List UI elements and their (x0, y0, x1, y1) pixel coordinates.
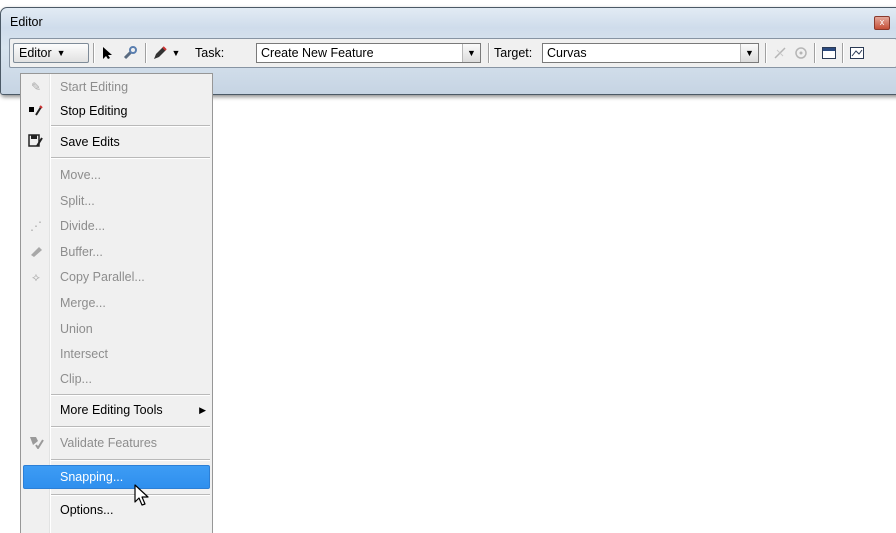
menu-item-label: Options... (60, 503, 114, 517)
menu-item-label: Clip... (60, 372, 92, 386)
sketch-tool-dropdown-icon[interactable]: ▼ (169, 43, 183, 63)
dropdown-arrow-icon[interactable]: ▼ (740, 44, 758, 62)
menu-item-label: Save Edits (60, 135, 120, 149)
menu-separator (51, 157, 210, 159)
menu-item-union[interactable]: Union (23, 318, 210, 340)
task-label: Task: (195, 46, 225, 60)
attributes-icon[interactable] (819, 43, 839, 63)
submenu-arrow-icon: ▶ (199, 404, 206, 415)
menu-separator (51, 459, 210, 461)
menu-item-intersect[interactable]: Intersect (23, 343, 210, 365)
menu-item-label: Move... (60, 168, 101, 182)
menu-item-label: Merge... (60, 296, 106, 310)
mouse-pointer-icon (134, 484, 149, 506)
validate-features-icon (27, 435, 45, 452)
wrench-icon[interactable] (120, 43, 140, 63)
toolbar-separator (765, 43, 767, 63)
toolbar-separator (814, 43, 816, 63)
menu-item-clip[interactable]: Clip... (23, 368, 210, 390)
window-title: Editor (10, 15, 43, 29)
editor-dropdown-menu: ✎ Start Editing Stop Editing Save Edits … (20, 73, 213, 533)
sketch-tool-pencil-icon[interactable] (150, 43, 170, 63)
task-value: Create New Feature (261, 46, 374, 60)
target-value: Curvas (547, 46, 587, 60)
menu-item-start-editing[interactable]: ✎ Start Editing (23, 76, 210, 98)
menu-item-label: Snapping... (60, 470, 124, 484)
copy-parallel-icon: ⟡ (32, 269, 40, 284)
divide-icon: ⋰ (30, 219, 42, 233)
menu-separator (51, 394, 210, 396)
menu-item-move[interactable]: Move... (23, 164, 210, 186)
dropdown-arrow-icon[interactable]: ▼ (462, 44, 480, 62)
menu-item-copy-parallel[interactable]: ⟡ Copy Parallel... (23, 266, 210, 288)
editor-menu-label: Editor (19, 46, 52, 60)
menu-item-divide[interactable]: ⋰ Divide... (23, 215, 210, 237)
edit-vertices-icon[interactable] (770, 43, 790, 63)
editor-menu-button[interactable]: Editor ▼ (13, 43, 89, 63)
menu-separator (51, 494, 210, 496)
stop-editing-icon (27, 104, 45, 119)
menu-item-label: Stop Editing (60, 104, 128, 118)
menu-item-merge[interactable]: Merge... (23, 292, 210, 314)
editor-toolbar: Editor ▼ ▼ Task: Create New Feature ▼ Ta… (9, 38, 896, 68)
buffer-icon (27, 245, 45, 260)
edit-tool-arrow-icon[interactable] (97, 43, 117, 63)
menu-item-label: Split... (60, 194, 95, 208)
menu-item-label: Intersect (60, 347, 108, 361)
toolbar-separator (145, 43, 147, 63)
menu-separator (51, 426, 210, 428)
menu-item-split[interactable]: Split... (23, 190, 210, 212)
rotate-icon[interactable] (791, 43, 811, 63)
target-label: Target: (494, 46, 533, 60)
menu-item-stop-editing[interactable]: Stop Editing (23, 100, 210, 122)
task-dropdown[interactable]: Create New Feature ▼ (256, 43, 481, 63)
menu-item-label: Union (60, 322, 93, 336)
start-editing-icon: ✎ (30, 80, 42, 94)
menu-item-label: Validate Features (60, 436, 158, 450)
menu-item-save-edits[interactable]: Save Edits (23, 131, 210, 153)
target-dropdown[interactable]: Curvas ▼ (542, 43, 759, 63)
menu-item-more-editing-tools[interactable]: More Editing Tools ▶ (23, 399, 210, 421)
menu-item-label: Buffer... (60, 245, 103, 259)
menu-item-label: Start Editing (60, 80, 129, 94)
menu-item-buffer[interactable]: Buffer... (23, 241, 210, 263)
toolbar-separator (842, 43, 844, 63)
sketch-properties-icon[interactable] (847, 43, 867, 63)
save-edits-icon (27, 134, 45, 150)
menu-item-label: Copy Parallel... (60, 270, 145, 284)
menu-item-options[interactable]: Options... (23, 499, 210, 521)
toolbar-separator (93, 43, 95, 63)
menu-item-validate-features[interactable]: Validate Features (23, 432, 210, 454)
menu-item-snapping[interactable]: Snapping... (23, 465, 210, 489)
chevron-down-icon: ▼ (56, 48, 66, 58)
menu-separator (51, 125, 210, 127)
toolbar-separator (488, 43, 490, 63)
close-button[interactable]: x (874, 16, 890, 30)
menu-item-label: Divide... (60, 219, 106, 233)
menu-item-label: More Editing Tools (60, 403, 163, 417)
